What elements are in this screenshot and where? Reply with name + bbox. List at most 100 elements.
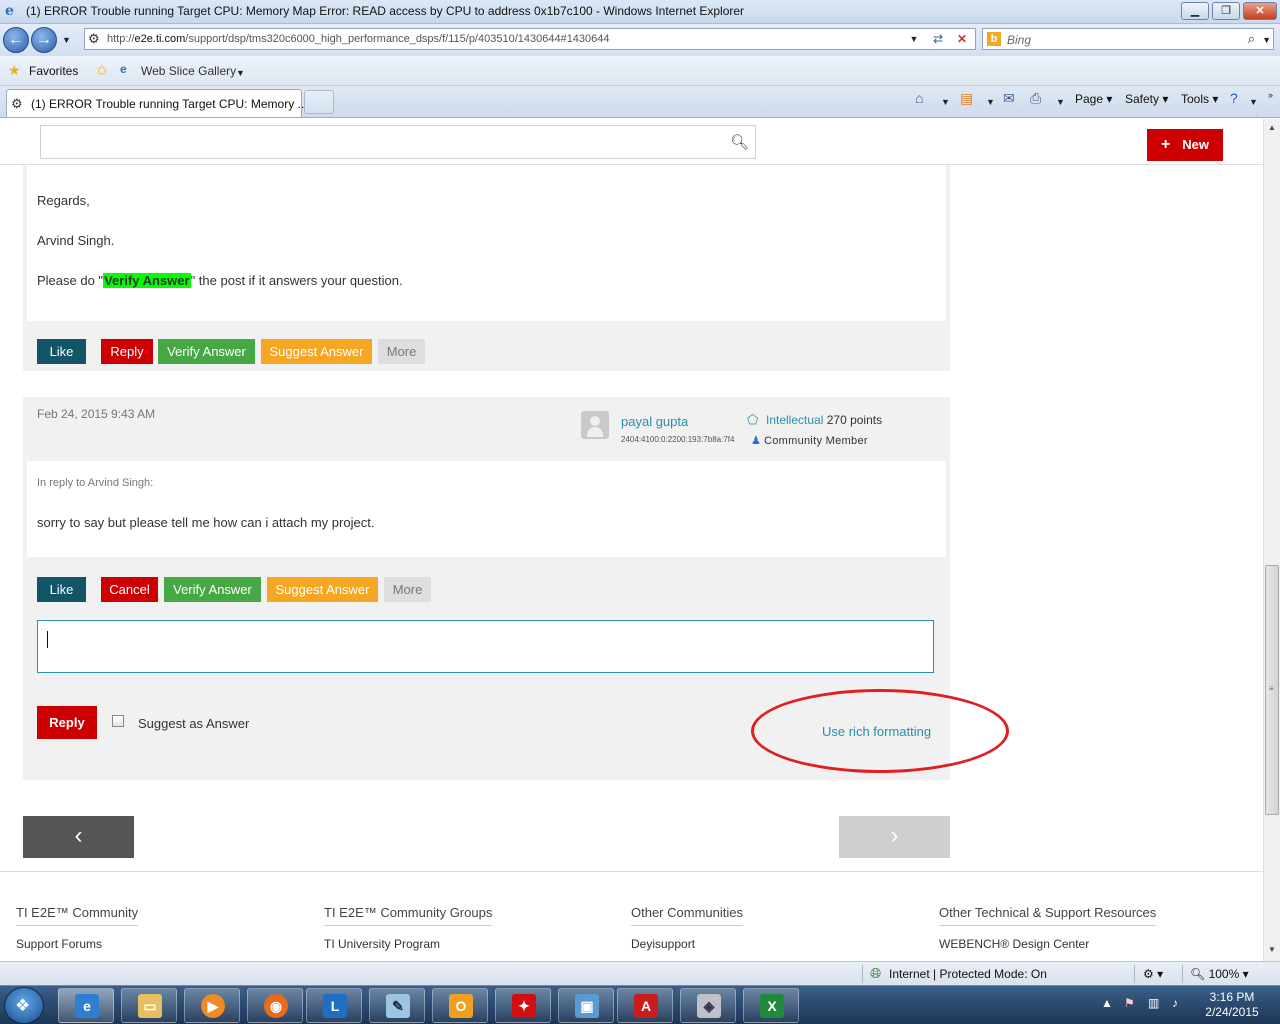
post-signature: Arvind Singh. <box>37 233 115 248</box>
taskbar-lync[interactable]: L <box>306 988 362 1023</box>
address-url[interactable]: http://e2e.ti.com/support/dsp/tms320c600… <box>107 33 610 45</box>
tab-active[interactable]: ⚙ (1) ERROR Trouble running Target CPU: … <box>6 89 308 117</box>
stop-icon[interactable]: ✕ <box>953 31 971 47</box>
zoom-level[interactable]: 🔍︎ 100% ▾ <box>1190 967 1249 981</box>
taskbar-media-player[interactable]: ▶ <box>184 988 240 1023</box>
submit-reply-button[interactable]: Reply <box>37 706 97 739</box>
taskbar-ti-app[interactable]: ✦ <box>495 988 551 1023</box>
action-center-icon[interactable]: ⚑ <box>1124 996 1135 1010</box>
recent-pages-dropdown-icon[interactable]: ▼ <box>62 35 71 45</box>
previous-page-button[interactable]: ‹ <box>23 816 134 858</box>
site-search-icon[interactable]: 🔍︎ <box>730 133 749 151</box>
more-button[interactable]: More <box>384 577 431 602</box>
reply-textarea[interactable] <box>37 620 934 673</box>
page-menu[interactable]: Page ▾ <box>1075 92 1112 106</box>
suggest-answer-checkbox[interactable] <box>112 715 124 727</box>
favorites-button[interactable]: Favorites <box>29 64 78 78</box>
post-date: Feb 24, 2015 9:43 AM <box>37 407 156 421</box>
post-separator <box>23 371 950 397</box>
tools-menu[interactable]: Tools ▾ <box>1181 92 1218 106</box>
site-header: 🔍︎ + New <box>0 119 1263 165</box>
post-header: Feb 24, 2015 9:43 AM payal gupta 2404:41… <box>23 397 950 461</box>
footer-link[interactable]: TI University Program <box>324 937 440 951</box>
scroll-down-icon[interactable]: ▼ <box>1268 945 1276 954</box>
security-zone[interactable]: Internet | Protected Mode: On <box>889 967 1047 981</box>
bing-icon: b <box>987 32 1001 46</box>
home-dropdown-icon[interactable]: ▼ <box>941 97 950 107</box>
vertical-scrollbar[interactable]: ▲ ≡ ▼ <box>1263 119 1280 961</box>
taskbar-excel[interactable]: X <box>743 988 799 1023</box>
outlook-icon: O <box>449 994 473 1018</box>
print-dropdown-icon[interactable]: ▼ <box>1056 97 1065 107</box>
taskbar-ie[interactable]: e <box>58 988 114 1023</box>
close-window-button[interactable]: ✕ <box>1243 2 1277 20</box>
home-icon[interactable]: ⌂ <box>915 90 923 106</box>
help-icon[interactable]: ? <box>1230 90 1238 106</box>
suggest-answer-button[interactable]: Suggest Answer <box>267 577 378 602</box>
safety-menu[interactable]: Safety ▾ <box>1125 92 1168 106</box>
avatar[interactable] <box>581 411 609 439</box>
feeds-dropdown-icon[interactable]: ▼ <box>986 97 995 107</box>
show-hidden-icons-icon[interactable]: ▲ <box>1101 996 1113 1010</box>
like-button[interactable]: Like <box>37 577 86 602</box>
clock-date: 2/24/2015 <box>1205 1005 1259 1019</box>
verify-answer-button[interactable]: Verify Answer <box>164 577 261 602</box>
next-page-button[interactable]: › <box>839 816 950 858</box>
new-post-button[interactable]: + New <box>1147 129 1223 161</box>
print-icon[interactable]: ⎙ <box>1030 90 1041 107</box>
thread-posts: Regards, Arvind Singh. Please do "Verify… <box>23 165 1009 780</box>
volume-icon[interactable]: ♪ <box>1172 996 1178 1010</box>
rank-badge-icon: ⬠ <box>747 412 759 427</box>
cancel-button[interactable]: Cancel <box>101 577 158 602</box>
search-box[interactable]: b Bing ⌕ ▼ <box>982 28 1274 50</box>
search-options-dropdown-icon[interactable]: ▼ <box>1262 35 1271 45</box>
excel-icon: X <box>760 994 784 1018</box>
like-button[interactable]: Like <box>37 339 86 364</box>
footer-link[interactable]: Support Forums <box>16 937 102 951</box>
favorites-star-icon[interactable]: ★ <box>8 62 21 79</box>
taskbar-virtualbox[interactable]: ◈ <box>680 988 736 1023</box>
refresh-icon[interactable]: ⇄ <box>929 31 947 47</box>
taskbar-acrobat[interactable]: A <box>617 988 673 1023</box>
feeds-icon[interactable]: ▤ <box>960 90 973 107</box>
forward-button[interactable]: → <box>31 27 57 53</box>
new-tab-button[interactable] <box>304 90 334 114</box>
site-search-input[interactable]: 🔍︎ <box>40 125 756 159</box>
footer-link[interactable]: Deyisupport <box>631 937 695 951</box>
minimize-button[interactable]: ▁ <box>1181 2 1209 20</box>
network-icon[interactable]: ▥ <box>1148 996 1159 1010</box>
footer-link[interactable]: WEBENCH® Design Center <box>939 937 1089 951</box>
page-viewport: 🔍︎ + New Regards, Arvind Singh. Please do… <box>0 119 1263 961</box>
address-dropdown-icon[interactable]: ▼ <box>905 31 923 47</box>
taskbar-firefox[interactable]: ◉ <box>247 988 303 1023</box>
system-clock[interactable]: 3:16 PM 2/24/2015 <box>1200 990 1264 1020</box>
reply-button[interactable]: Reply <box>101 339 153 364</box>
add-to-favorites-bar-icon[interactable]: ✩ <box>96 62 108 79</box>
author-link[interactable]: payal gupta <box>621 414 688 429</box>
taskbar-notepad[interactable]: ✎ <box>369 988 425 1023</box>
suggest-answer-button[interactable]: Suggest Answer <box>261 339 372 364</box>
rank-link[interactable]: Intellectual <box>766 413 823 427</box>
folder-icon: ▭ <box>138 994 162 1018</box>
restore-button[interactable]: ❐ <box>1212 2 1240 20</box>
lync-icon: L <box>323 994 347 1018</box>
help-dropdown-icon[interactable]: ▼ <box>1249 97 1258 107</box>
more-button[interactable]: More <box>378 339 425 364</box>
taskbar-explorer[interactable]: ▭ <box>121 988 177 1023</box>
read-mail-icon[interactable]: ✉ <box>1003 90 1015 107</box>
author-ip: 2404:4100:0:2200:193:7b8a:7f4 <box>621 435 735 444</box>
scroll-up-icon[interactable]: ▲ <box>1268 123 1276 132</box>
chevron-icon[interactable]: » <box>1268 90 1273 100</box>
back-button[interactable]: ← <box>3 27 29 53</box>
taskbar-outlook[interactable]: O <box>432 988 488 1023</box>
scrollbar-thumb[interactable]: ≡ <box>1265 565 1279 815</box>
search-icon[interactable]: ⌕ <box>1248 31 1255 47</box>
tab-bar: ⚙ (1) ERROR Trouble running Target CPU: … <box>0 86 1280 118</box>
protected-mode-icon[interactable]: ⚙ ▾ <box>1143 967 1163 981</box>
taskbar-picture-viewer[interactable]: ▣ <box>558 988 614 1023</box>
address-bar[interactable]: ⚙ http://e2e.ti.com/support/dsp/tms320c6… <box>84 28 976 50</box>
web-slice-dropdown-icon[interactable]: ▼ <box>236 68 245 78</box>
start-button[interactable]: ❖ <box>4 987 44 1024</box>
web-slice-gallery-link[interactable]: Web Slice Gallery <box>141 64 236 78</box>
verify-answer-button[interactable]: Verify Answer <box>158 339 255 364</box>
